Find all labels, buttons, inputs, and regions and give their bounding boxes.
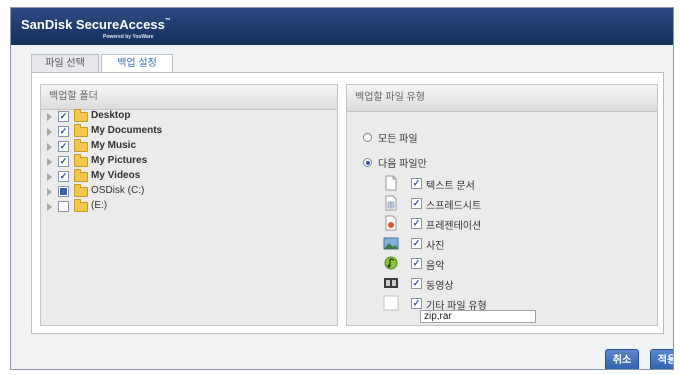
tree-item-e-drive[interactable]: (E:): [47, 199, 307, 215]
folder-icon: [74, 139, 88, 152]
expand-arrow-icon[interactable]: [47, 113, 52, 121]
folder-icon: [74, 199, 88, 212]
file-type-label: 프레젠테이션: [426, 221, 482, 232]
tree-item-my-videos[interactable]: ✓ My Videos: [47, 169, 307, 185]
checkbox[interactable]: ✓: [411, 178, 422, 189]
radio-all-files[interactable]: [363, 133, 372, 142]
title-bar: SanDisk SecureAccess™ Powered by YouWare: [11, 8, 673, 45]
checkbox[interactable]: ✓: [58, 111, 69, 122]
logo-subtitle: Powered by YouWare: [103, 34, 154, 40]
checkbox[interactable]: ✓: [411, 198, 422, 209]
folder-icon: [74, 184, 88, 197]
apply-button[interactable]: 적용: [650, 349, 673, 369]
checkbox[interactable]: ✓: [411, 258, 422, 269]
tree-item-my-documents[interactable]: ✓ My Documents: [47, 124, 307, 140]
checkbox[interactable]: ✓: [411, 238, 422, 249]
expand-arrow-icon[interactable]: [47, 203, 52, 211]
checkbox[interactable]: ✓: [58, 171, 69, 182]
radio-selected-files[interactable]: [363, 158, 372, 167]
checkbox[interactable]: ✓: [58, 126, 69, 137]
expand-arrow-icon[interactable]: [47, 143, 52, 151]
tree-item-label: My Pictures: [91, 155, 148, 166]
other-extensions-input[interactable]: [420, 310, 536, 323]
checkbox[interactable]: ✓: [411, 278, 422, 289]
file-type-text: ✓ 텍스트 문서: [383, 175, 623, 192]
tab-file-select[interactable]: 파일 선택: [31, 54, 99, 73]
cancel-button[interactable]: 취소: [605, 349, 639, 369]
tree-item-desktop[interactable]: ✓ Desktop: [47, 109, 307, 125]
tree-item-label: My Documents: [91, 125, 163, 136]
music-icon: [384, 256, 398, 270]
spreadsheet-icon: [385, 195, 397, 211]
checkbox[interactable]: ✓: [411, 298, 422, 309]
file-type-spreadsheet: ✓ 스프레드시트: [383, 195, 623, 212]
file-type-other: ✓ 기타 파일 유형: [383, 295, 623, 312]
file-type-video: ✓ 동영상: [383, 275, 623, 292]
tree-item-my-music[interactable]: ✓ My Music: [47, 139, 307, 155]
file-type-label: 동영상: [426, 281, 454, 292]
photo-icon: [383, 237, 399, 250]
file-type-label: 사진: [426, 241, 445, 252]
tab-backup-settings[interactable]: 백업 설정: [101, 54, 173, 73]
folder-icon: [74, 109, 88, 122]
presentation-icon: [385, 215, 397, 231]
file-type-music: ✓ 음악: [383, 255, 623, 272]
tree-item-my-pictures[interactable]: ✓ My Pictures: [47, 154, 307, 170]
document-icon: [385, 175, 397, 191]
checkbox[interactable]: ✓: [411, 218, 422, 229]
folder-icon: [74, 124, 88, 137]
tab-panel: 백업할 폴더 ✓ Desktop ✓ My Documents ✓ My Mus…: [31, 72, 664, 334]
expand-arrow-icon[interactable]: [47, 158, 52, 166]
radio-selected-files-label: 다음 파일만: [378, 159, 427, 170]
folder-panel-header: 백업할 폴더: [41, 85, 337, 110]
app-logo: SanDisk SecureAccess™: [21, 17, 171, 32]
file-type-label: 텍스트 문서: [426, 181, 475, 192]
tree-item-label: (E:): [91, 200, 108, 211]
tree-item-label: My Videos: [91, 170, 141, 181]
video-icon: [384, 278, 398, 288]
checkbox[interactable]: ✓: [58, 156, 69, 167]
app-window: SanDisk SecureAccess™ Powered by YouWare…: [10, 7, 674, 370]
file-type-label: 음악: [426, 261, 445, 272]
tree-item-osdisk[interactable]: OSDisk (C:): [47, 184, 307, 200]
folder-icon: [74, 154, 88, 167]
file-type-label: 스프레드시트: [426, 201, 482, 212]
file-type-panel: 백업할 파일 유형 모든 파일 다음 파일만 ✓ 텍스트 문서 ✓ 스프레드시트…: [346, 84, 658, 326]
file-type-photo: ✓ 사진: [383, 235, 623, 252]
checkbox-partial[interactable]: [58, 186, 69, 197]
expand-arrow-icon[interactable]: [47, 128, 52, 136]
folder-icon: [74, 169, 88, 182]
tree-item-label: My Music: [91, 140, 137, 151]
blank-icon: [383, 295, 399, 311]
expand-arrow-icon[interactable]: [47, 188, 52, 196]
expand-arrow-icon[interactable]: [47, 173, 52, 181]
radio-all-files-label: 모든 파일: [378, 134, 418, 145]
folder-panel: 백업할 폴더 ✓ Desktop ✓ My Documents ✓ My Mus…: [40, 84, 338, 326]
file-type-presentation: ✓ 프레젠테이션: [383, 215, 623, 232]
checkbox[interactable]: ✓: [58, 141, 69, 152]
tree-item-label: Desktop: [91, 110, 131, 121]
file-type-panel-header: 백업할 파일 유형: [347, 85, 657, 112]
tree-item-label: OSDisk (C:): [91, 185, 145, 196]
checkbox[interactable]: [58, 201, 69, 212]
